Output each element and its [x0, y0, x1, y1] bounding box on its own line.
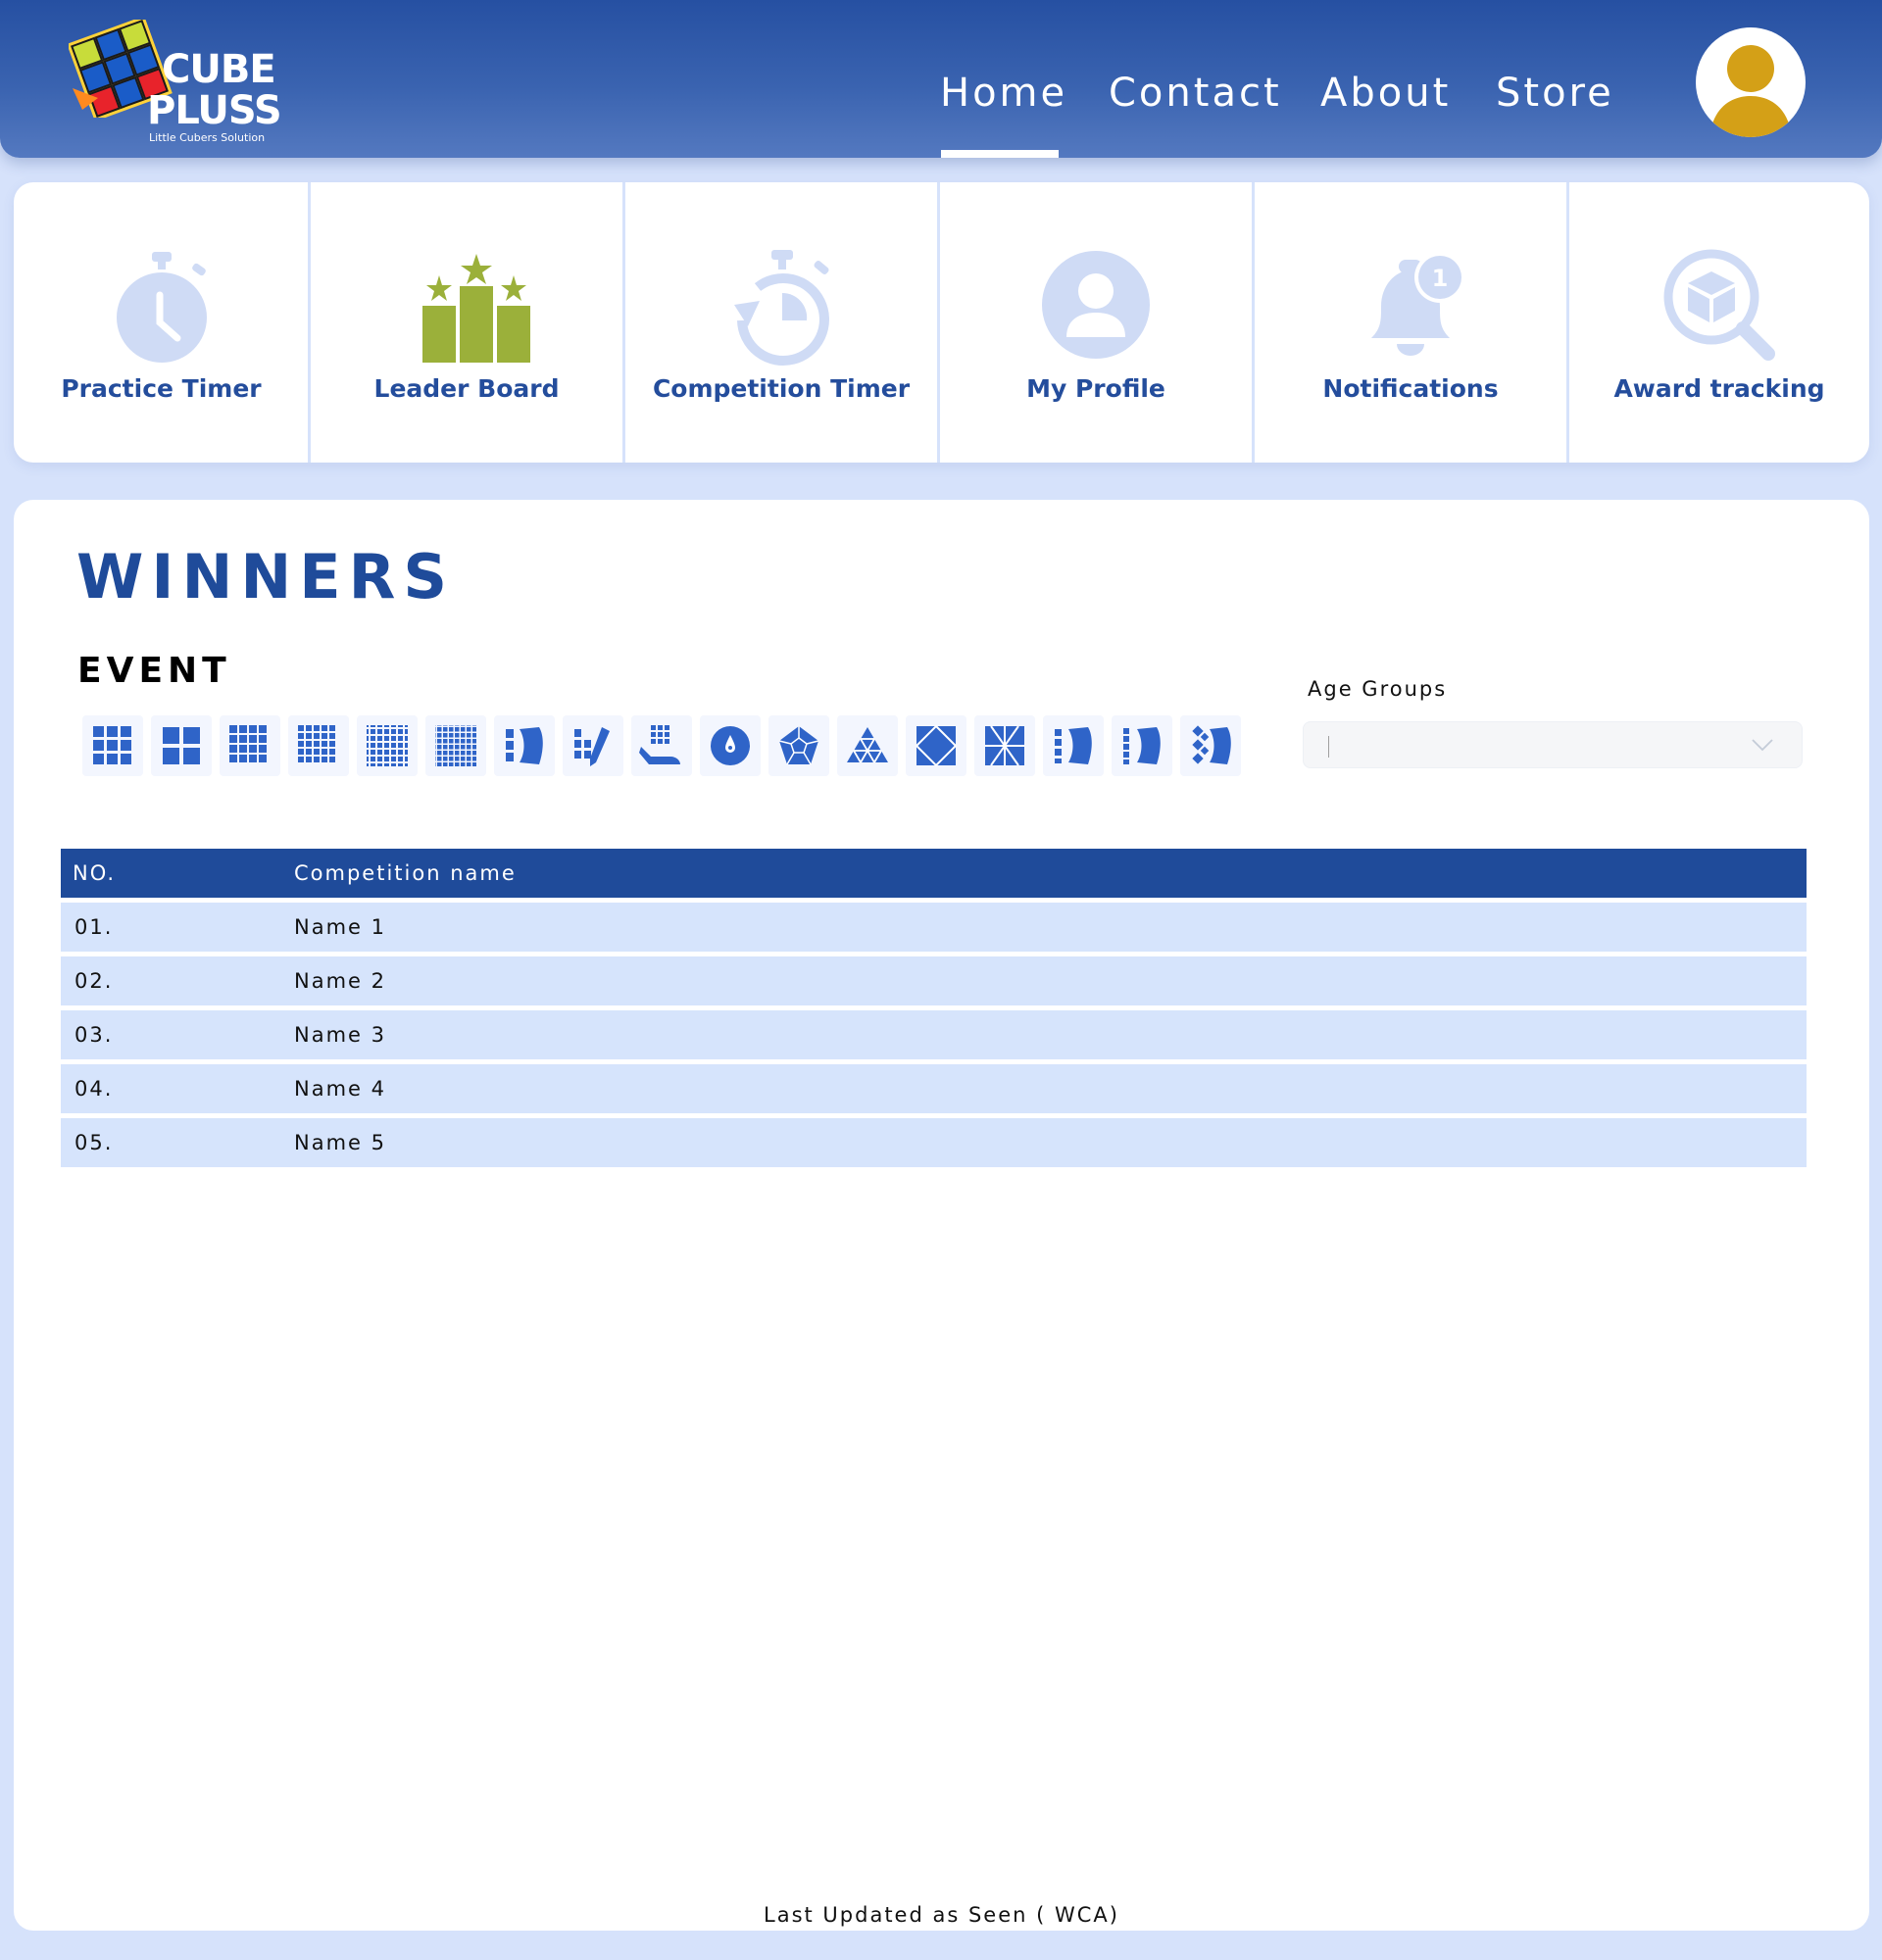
nav-about[interactable]: About — [1320, 71, 1451, 116]
event-square-1[interactable] — [974, 715, 1035, 776]
table-header: NO. Competition name — [61, 849, 1807, 898]
cell-no: 03. — [74, 1023, 114, 1047]
column-header-competition-name: Competition name — [294, 861, 517, 885]
profile-avatar[interactable] — [1696, 27, 1806, 137]
cube-3x3-icon — [93, 726, 131, 764]
cell-no: 04. — [74, 1077, 114, 1101]
quick-label: My Profile — [1026, 374, 1165, 403]
cell-no: 02. — [74, 969, 114, 993]
podium-stars-icon — [422, 254, 530, 363]
age-groups-select[interactable] — [1303, 721, 1803, 768]
event-5x5-blindfolded[interactable] — [1112, 715, 1172, 776]
cell-competition-name: Name 2 — [294, 969, 386, 993]
nav-contact[interactable]: Contact — [1109, 71, 1282, 116]
megaminx-icon — [778, 726, 819, 765]
event-heading: EVENT — [77, 651, 231, 691]
event-7x7[interactable] — [425, 715, 486, 776]
svg-text:1: 1 — [1432, 265, 1449, 292]
pyraminx-icon — [847, 727, 888, 763]
event-5x5[interactable] — [288, 715, 349, 776]
quick-practice-timer[interactable]: Practice Timer — [14, 182, 309, 463]
cell-no: 05. — [74, 1131, 114, 1154]
cube-4x4-icon — [229, 725, 267, 762]
event-clock[interactable] — [700, 715, 761, 776]
cell-competition-name: Name 1 — [294, 915, 386, 939]
table-row[interactable]: 03. Name 3 — [61, 1010, 1807, 1059]
quick-label: Leader Board — [373, 374, 560, 403]
event-megaminx[interactable] — [768, 715, 829, 776]
quick-label: Practice Timer — [61, 374, 262, 403]
table-row[interactable]: 05. Name 5 — [61, 1118, 1807, 1167]
event-4x4[interactable] — [220, 715, 280, 776]
event-skewb[interactable] — [906, 715, 966, 776]
cell-no: 01. — [74, 915, 114, 939]
quick-award-tracking[interactable]: Award tracking — [1569, 182, 1869, 463]
event-multi-blind[interactable] — [1180, 715, 1241, 776]
quick-my-profile[interactable]: My Profile — [940, 182, 1252, 463]
quick-label: Award tracking — [1613, 374, 1825, 403]
event-fewest-moves[interactable] — [563, 715, 623, 776]
text-caret — [1328, 736, 1329, 758]
page-title: WINNERS — [76, 541, 455, 612]
nav-store[interactable]: Store — [1496, 71, 1614, 116]
user-circle-icon — [1042, 251, 1150, 359]
cell-competition-name: Name 5 — [294, 1131, 386, 1154]
timer-reset-icon — [734, 250, 829, 366]
cube-2x2-icon — [163, 727, 200, 764]
cube-5x5-blindfolded-icon — [1123, 727, 1161, 764]
box-search-icon — [1663, 249, 1775, 361]
cube-fewest-moves-icon — [574, 727, 610, 766]
event-pyraminx[interactable] — [837, 715, 898, 776]
winners-panel: WINNERS EVENT Age Groups NO. Competition… — [14, 500, 1869, 1931]
table-row[interactable]: 02. Name 2 — [61, 956, 1807, 1005]
event-2x2[interactable] — [151, 715, 212, 776]
user-avatar-icon — [1709, 45, 1792, 137]
cube-7x7-icon — [435, 725, 476, 766]
cube-6x6-icon — [367, 725, 408, 766]
cell-competition-name: Name 4 — [294, 1077, 386, 1101]
table-row[interactable]: 01. Name 1 — [61, 903, 1807, 952]
top-header: CUBE PLUSS Little Cubers Solution Home C… — [0, 0, 1882, 158]
column-header-no: NO. — [73, 861, 117, 885]
cube-multi-blind-icon — [1192, 725, 1231, 764]
age-groups-label: Age Groups — [1308, 677, 1448, 701]
skewb-icon — [915, 724, 958, 767]
event-3x3[interactable] — [82, 715, 143, 776]
stopwatch-icon — [116, 252, 207, 363]
quick-label: Competition Timer — [652, 374, 911, 403]
quick-notifications[interactable]: 1 Notifications — [1255, 182, 1566, 463]
event-6x6[interactable] — [357, 715, 418, 776]
event-3x3-blindfolded[interactable] — [494, 715, 555, 776]
main-nav: Home Contact About Store — [0, 71, 1882, 158]
cube-5x5-icon — [298, 725, 335, 762]
event-4x4-blindfolded[interactable] — [1043, 715, 1104, 776]
bell-badge-icon: 1 — [1371, 252, 1465, 356]
winners-table: NO. Competition name 01. Name 1 02. Name… — [61, 849, 1807, 1167]
quick-leader-board[interactable]: Leader Board — [311, 182, 622, 463]
last-updated-note: Last Updated as Seen ( WCA) — [764, 1903, 1119, 1927]
event-one-handed[interactable] — [631, 715, 692, 776]
quick-competition-timer[interactable]: Competition Timer — [625, 182, 937, 463]
table-row[interactable]: 04. Name 4 — [61, 1064, 1807, 1113]
quick-access-panel: Practice Timer Leader Board Competition … — [14, 182, 1869, 463]
cube-one-handed-icon — [639, 725, 680, 764]
chevron-down-icon — [1752, 739, 1773, 752]
nav-active-indicator — [941, 150, 1059, 158]
cell-competition-name: Name 3 — [294, 1023, 386, 1047]
quick-label: Notifications — [1322, 374, 1499, 403]
cube-3x3-blindfolded-icon — [506, 727, 543, 764]
nav-home[interactable]: Home — [940, 71, 1067, 116]
clock-icon — [711, 726, 750, 765]
square-1-icon — [985, 725, 1024, 766]
cube-4x4-blindfolded-icon — [1055, 727, 1092, 764]
